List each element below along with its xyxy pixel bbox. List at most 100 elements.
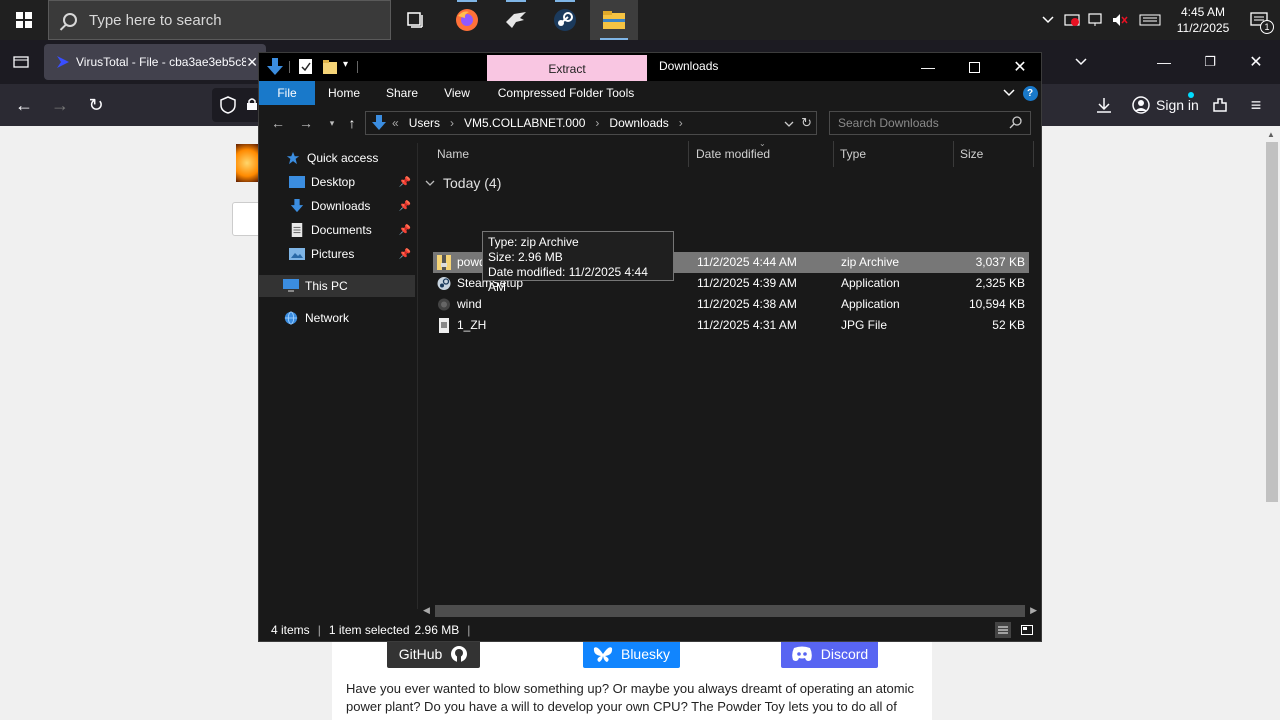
menu-icon[interactable]: ≡ (1244, 84, 1268, 126)
explorer-titlebar: ▾ Extract Downloads — ✕ (259, 53, 1043, 83)
chevron-up-icon[interactable] (1036, 0, 1060, 40)
nav-desktop[interactable]: Desktop 📌 (259, 171, 415, 193)
pin-icon[interactable]: 📌 (399, 249, 411, 260)
nav-network[interactable]: Network (259, 307, 415, 329)
file-tooltip: Type: zip Archive Size: 2.96 MB Date mod… (482, 231, 674, 294)
pin-icon[interactable]: 📌 (399, 225, 411, 236)
system-tray: 4:45 AM 11/2/2025 1 (1036, 0, 1280, 40)
browser-minimize-icon[interactable]: — (1150, 40, 1178, 84)
file-row-1-zh[interactable]: 1_ZH 11/2/2025 4:31 AM JPG File 52 KB (433, 315, 1029, 336)
extract-context-tab[interactable]: Extract (487, 55, 647, 83)
scroll-left-icon[interactable]: ◀ (423, 605, 430, 616)
large-icons-view-icon[interactable] (1019, 622, 1035, 638)
nav-documents[interactable]: Documents 📌 (259, 219, 415, 241)
powder-toy-logo (236, 144, 258, 182)
file-size: 10,594 KB (968, 297, 1025, 311)
ribbon-tab-share[interactable]: Share (379, 81, 425, 105)
url-bar[interactable] (212, 88, 262, 122)
pictures-icon (289, 248, 305, 260)
status-selected-count: 1 item selected (328, 623, 410, 637)
forward-arrow-icon[interactable]: → (295, 111, 317, 135)
horizontal-scrollbar[interactable]: ◀ ▶ (419, 603, 1041, 619)
group-header-today[interactable]: Today (4) (425, 175, 501, 191)
ribbon-tab-compressed-folder-tools[interactable]: Compressed Folder Tools (491, 81, 641, 105)
taskbar-eagle-app[interactable] (492, 0, 540, 40)
list-all-tabs-icon[interactable] (1068, 40, 1094, 84)
explorer-minimize-icon[interactable]: — (905, 53, 951, 81)
nav-quick-access-label: Quick access (307, 151, 379, 165)
properties-icon[interactable] (299, 59, 313, 78)
explorer-close-icon[interactable]: ✕ (997, 53, 1043, 81)
help-icon[interactable]: ? (1021, 81, 1039, 105)
start-button[interactable] (0, 0, 48, 40)
github-button[interactable]: GitHub (387, 640, 480, 668)
volume-muted-icon[interactable] (1108, 0, 1132, 40)
tooltip-size: Size: 2.96 MB (488, 250, 563, 264)
virustotal-icon (57, 56, 69, 68)
file-date: 11/2/2025 4:44 AM (697, 255, 797, 269)
browser-tab-virustotal[interactable]: VirusTotal - File - cba3ae3eb5c8 ✕ (44, 44, 266, 80)
address-dropdown-icon[interactable] (784, 116, 794, 130)
discord-button[interactable]: Discord (781, 640, 878, 668)
forward-icon[interactable]: → (46, 84, 74, 126)
horizontal-scrollbar-thumb[interactable] (435, 605, 1025, 617)
extensions-icon[interactable] (1208, 84, 1232, 126)
back-arrow-icon[interactable]: ← (267, 111, 289, 135)
keyboard-icon[interactable] (1132, 0, 1168, 40)
new-folder-icon[interactable] (322, 59, 338, 78)
downloads-icon[interactable] (1092, 84, 1116, 126)
ribbon-tab-view[interactable]: View (437, 81, 477, 105)
taskbar-steam[interactable] (541, 0, 589, 40)
sign-in-button[interactable]: Sign in (1126, 90, 1200, 120)
back-icon[interactable]: ← (10, 84, 38, 126)
nav-pictures-label: Pictures (311, 247, 355, 261)
column-header-name[interactable]: Name (431, 141, 689, 167)
qat-customize-icon[interactable]: ▾ (343, 59, 348, 70)
network-icon[interactable] (1084, 0, 1108, 40)
search-downloads-input[interactable]: Search Downloads (829, 111, 1031, 135)
bluesky-button[interactable]: Bluesky (583, 640, 680, 668)
details-view-icon[interactable] (995, 622, 1011, 638)
breadcrumb-users[interactable]: Users (409, 116, 440, 130)
breadcrumb-downloads[interactable]: Downloads (609, 116, 668, 130)
recent-locations-icon[interactable]: ▾ (321, 111, 343, 135)
file-type: Application (841, 297, 900, 311)
taskbar-search-box[interactable]: Type here to search (48, 0, 391, 40)
reload-icon[interactable]: ↻ (82, 84, 110, 126)
notification-center-button[interactable]: 1 (1238, 0, 1280, 40)
breadcrumb-overflow[interactable]: « (392, 116, 399, 130)
nav-downloads[interactable]: Downloads 📌 (259, 195, 415, 217)
explorer-maximize-icon[interactable] (951, 53, 997, 81)
scroll-right-icon[interactable]: ▶ (1030, 605, 1037, 616)
taskbar-firefox[interactable] (443, 0, 491, 40)
refresh-icon[interactable]: ↻ (801, 115, 812, 131)
breadcrumb-vm5[interactable]: VM5.COLLABNET.000 (464, 116, 585, 130)
taskbar-file-explorer[interactable] (590, 0, 638, 40)
nav-quick-access[interactable]: Quick access (259, 147, 415, 169)
nav-pictures[interactable]: Pictures 📌 (259, 243, 415, 265)
column-header-size[interactable]: Size (954, 141, 1034, 167)
browser-close-icon[interactable]: ✕ (1242, 40, 1270, 84)
ribbon-tab-home[interactable]: Home (321, 81, 367, 105)
ribbon-expand-icon[interactable] (999, 81, 1019, 105)
windows-logo-icon (16, 12, 32, 28)
pane-divider[interactable] (417, 143, 418, 609)
close-tab-icon[interactable]: ✕ (246, 54, 258, 71)
page-scrollbar-thumb[interactable] (1266, 142, 1278, 502)
ribbon-tab-file[interactable]: File (259, 81, 315, 105)
security-alert-icon[interactable] (1060, 0, 1084, 40)
task-view-button[interactable] (392, 0, 440, 40)
nav-this-pc[interactable]: This PC (259, 275, 415, 297)
address-bar[interactable]: « Users › VM5.COLLABNET.000 › Downloads … (365, 111, 817, 135)
up-arrow-icon[interactable]: ↑ (341, 111, 363, 135)
pin-icon[interactable]: 📌 (399, 177, 411, 188)
pin-icon[interactable]: 📌 (399, 201, 411, 212)
intro-paragraph: Have you ever wanted to blow something u… (346, 681, 914, 714)
nav-this-pc-label: This PC (305, 279, 348, 293)
browser-restore-icon[interactable]: ❐ (1196, 40, 1224, 84)
tab-overview-icon[interactable] (8, 40, 34, 84)
column-header-type[interactable]: Type (834, 141, 954, 167)
clock[interactable]: 4:45 AM 11/2/2025 (1168, 4, 1238, 36)
file-row-wind[interactable]: wind 11/2/2025 4:38 AM Application 10,59… (433, 294, 1029, 315)
taskbar-search-placeholder: Type here to search (89, 11, 222, 29)
